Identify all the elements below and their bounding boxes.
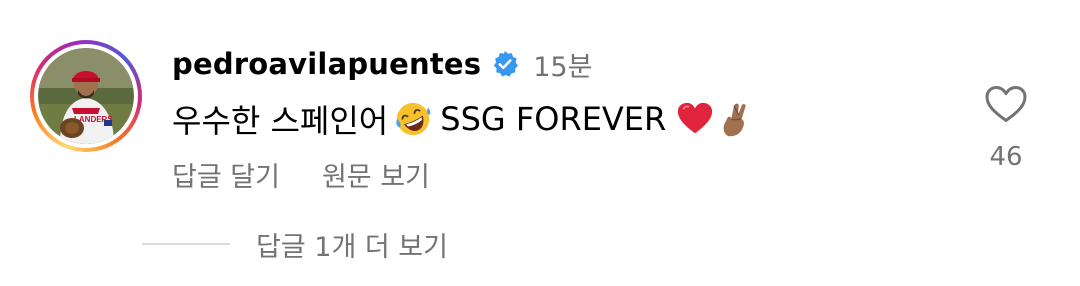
reply-button[interactable]: 답글 달기 bbox=[172, 155, 280, 194]
avatar-story-ring[interactable]: LANDERS bbox=[30, 40, 142, 152]
avatar[interactable]: LANDERS bbox=[38, 48, 134, 144]
rolling-laughing-emoji-icon bbox=[396, 102, 431, 136]
comment-timestamp: 15분 bbox=[533, 51, 593, 83]
crossed-fingers-emoji-icon bbox=[723, 103, 746, 137]
like-control: 46 bbox=[980, 84, 1032, 172]
replies-divider bbox=[142, 243, 230, 245]
like-count: 46 bbox=[989, 142, 1023, 172]
comment-text-end: SSG FOREVER bbox=[440, 100, 667, 138]
username[interactable]: pedroavilapuentes bbox=[172, 47, 481, 81]
comment-header: pedroavilapuentes 15분 bbox=[172, 42, 592, 86]
red-heart-emoji-icon bbox=[678, 102, 713, 134]
view-more-replies-button[interactable]: 답글 1개 더 보기 bbox=[256, 225, 448, 264]
avatar-ring-gap: LANDERS bbox=[34, 44, 138, 148]
heart-outline-icon[interactable] bbox=[984, 84, 1028, 124]
comment-text-main: 우수한 스페인어 bbox=[172, 102, 389, 140]
see-original-button[interactable]: 원문 보기 bbox=[322, 155, 430, 194]
comment: LANDERS pedroavilapuentes 15분 우수한 스페인어 S… bbox=[0, 0, 1080, 286]
comment-actions: 답글 달기 원문 보기 bbox=[172, 152, 430, 196]
verified-badge-icon bbox=[494, 51, 519, 77]
comment-text: 우수한 스페인어 SSG FOREVER bbox=[172, 94, 754, 144]
view-replies: 답글 1개 더 보기 bbox=[142, 222, 448, 266]
